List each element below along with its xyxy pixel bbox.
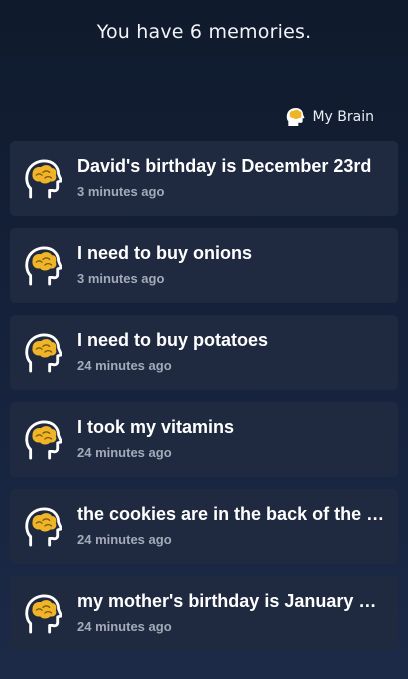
memory-timestamp: 24 minutes ago: [77, 358, 172, 373]
page-title: You have 6 memories.: [96, 21, 312, 43]
memory-title: I need to buy potatoes: [77, 330, 269, 350]
brain-head-icon: [24, 507, 63, 547]
memory-title: I took my vitamins: [77, 417, 235, 437]
memory-list: David's birthday is December 23rd 3 minu…: [10, 141, 398, 663]
my-brain-label: My Brain: [312, 109, 374, 125]
memory-timestamp: 3 minutes ago: [77, 184, 165, 199]
brain-head-icon: [24, 594, 63, 634]
memory-timestamp: 24 minutes ago: [77, 445, 172, 460]
memory-card[interactable]: David's birthday is December 23rd 3 minu…: [10, 141, 398, 216]
memory-card[interactable]: my mother's birthday is January 22... 24…: [10, 576, 398, 651]
memory-card[interactable]: I took my vitamins 24 minutes ago: [10, 402, 398, 477]
memory-timestamp: 3 minutes ago: [77, 271, 165, 286]
memory-card[interactable]: I need to buy potatoes 24 minutes ago: [10, 315, 398, 390]
brain-head-icon: [24, 159, 63, 199]
memory-card[interactable]: the cookies are in the back of the 2... …: [10, 489, 398, 564]
brain-head-icon: [24, 246, 63, 286]
memory-card[interactable]: I need to buy onions 3 minutes ago: [10, 228, 398, 303]
memory-title: I need to buy onions: [77, 243, 252, 263]
my-brain-button[interactable]: My Brain: [285, 107, 374, 127]
memory-title: the cookies are in the back of the 2...: [77, 504, 386, 524]
brain-head-icon: [24, 420, 63, 460]
brain-head-icon: [24, 333, 63, 373]
memory-title: my mother's birthday is January 22...: [77, 591, 386, 611]
memory-timestamp: 24 minutes ago: [77, 619, 172, 634]
memory-title: David's birthday is December 23rd: [77, 156, 372, 176]
brain-head-icon: [285, 107, 305, 127]
memory-timestamp: 24 minutes ago: [77, 532, 172, 547]
